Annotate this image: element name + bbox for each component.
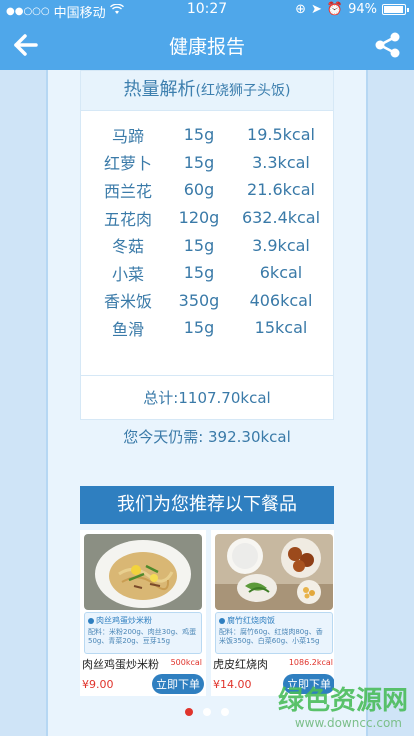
ingredient-name: 马蹄 (111, 126, 144, 146)
pager-dot[interactable] (221, 708, 229, 716)
ingredient-name: 红萝卜 (103, 154, 152, 174)
ingredient-kcal: 19.5kcal (247, 125, 315, 145)
meal-card[interactable]: 肉丝鸡蛋炒米粉 配料：米粉200g、肉丝30g、鸡蛋50g、青菜20g、豆芽15… (80, 530, 206, 696)
list-item: 西兰花 60g 21.6kcal (81, 176, 333, 204)
list-item: 红萝卜 15g 3.3kcal (81, 149, 333, 177)
watermark-url: www.downcc.com (294, 716, 402, 730)
meal-kcal: 1086.2kcal (288, 658, 333, 667)
ingredient-weight: 15g (183, 152, 215, 172)
ingredient-name: 小菜 (111, 264, 144, 284)
location-icon: ➤ (311, 2, 322, 17)
meal-tag: 肉丝鸡蛋炒米粉 (96, 616, 152, 625)
meal-ingredients: 配料：米粉200g、肉丝30g、鸡蛋50g、青菜20g、豆芽15g (88, 628, 197, 645)
ingredient-list: 马蹄 15g 19.5kcal 红萝卜 15g 3.3kcal 西兰花 60g 21.6kc… (81, 111, 333, 342)
ingredient-kcal: 21.6kcal (247, 180, 315, 200)
watermark-logo: 绿色资源网 (277, 686, 408, 716)
ingredient-kcal: 15kcal (254, 318, 308, 338)
calorie-analysis-card: 热量解析(红烧狮子头饭) 马蹄 15g 19.5kcal 红萝卜 15g 3.3kcal… (80, 70, 334, 420)
ingredient-weight: 15g (183, 263, 215, 283)
battery-icon (382, 4, 409, 15)
ingredient-kcal: 632.4kcal (241, 208, 321, 228)
ingredient-weight: 15g (183, 125, 215, 145)
frame-border-right (366, 70, 414, 736)
ingredient-kcal: 3.9kcal (252, 235, 310, 255)
ingredient-kcal: 3.3kcal (252, 152, 310, 172)
remaining-kcal: 您今天仍需: 392.30kcal (123, 428, 291, 446)
meal-ingredients: 配料：腐竹60g、红烧肉80g、香米饭350g、白菜60g、小菜15g (219, 628, 323, 645)
ingredient-name: 五花肉 (103, 209, 152, 229)
alarm-icon: ⏰ (326, 2, 344, 17)
list-item: 香米饭 350g 406kcal (81, 287, 333, 315)
ingredient-kcal: 406kcal (249, 290, 313, 310)
pager-dot[interactable] (203, 708, 211, 716)
ingredient-name: 香米饭 (103, 292, 152, 312)
ingredient-name: 冬菇 (111, 237, 144, 257)
ingredient-kcal: 6kcal (259, 263, 303, 283)
list-item: 五花肉 120g 632.4kcal (81, 204, 333, 232)
total-kcal: 总计:1107.70kcal (81, 375, 333, 419)
meal-tag: 腐竹红烧肉饭 (227, 616, 275, 625)
meal-name: 虎皮红烧肉 (213, 658, 268, 671)
meal-card[interactable]: 腐竹红烧肉饭 配料：腐竹60g、红烧肉80g、香米饭350g、白菜60g、小菜1… (211, 530, 334, 696)
meal-price: ¥9.00 (82, 678, 114, 691)
order-now-button[interactable]: 立即下单 (152, 674, 204, 694)
page-title: 健康报告 (168, 36, 245, 58)
meal-photo (215, 534, 333, 610)
recommendation-section: 我们为您推荐以下餐品 肉丝鸡蛋炒米粉 配料：米粉200g、肉丝30g、鸡蛋50g… (80, 486, 334, 696)
list-item: 冬菇 15g 3.9kcal (81, 231, 333, 259)
pager-dot[interactable] (185, 708, 193, 716)
recommendation-carousel[interactable]: 肉丝鸡蛋炒米粉 配料：米粉200g、肉丝30g、鸡蛋50g、青菜20g、豆芽15… (80, 524, 334, 696)
list-item: 马蹄 15g 19.5kcal (81, 121, 333, 149)
ingredient-weight: 15g (183, 235, 215, 255)
meal-info-box: 腐竹红烧肉饭 配料：腐竹60g、红烧肉80g、香米饭350g、白菜60g、小菜1… (215, 612, 333, 654)
rotation-lock-icon: ⊕ (295, 2, 306, 17)
meal-kcal: 500kcal (170, 658, 202, 667)
tag-dot-icon (88, 617, 94, 624)
battery-fill (384, 6, 403, 13)
ingredient-weight: 15g (183, 318, 215, 338)
share-icon[interactable] (374, 31, 402, 59)
list-item: 鱼滑 15g 15kcal (81, 314, 333, 342)
analysis-title: 热量解析(红烧狮子头饭) (81, 71, 333, 111)
battery-percent: 94% (348, 2, 377, 17)
recommendation-title: 我们为您推荐以下餐品 (80, 486, 334, 524)
tag-dot-icon (219, 617, 225, 624)
analysis-title-sub: (红烧狮子头饭) (195, 83, 291, 99)
list-item: 小菜 15g 6kcal (81, 259, 333, 287)
meal-info-box: 肉丝鸡蛋炒米粉 配料：米粉200g、肉丝30g、鸡蛋50g、青菜20g、豆芽15… (84, 612, 202, 654)
meal-price: ¥14.00 (213, 678, 252, 691)
status-bar: ●●○○○ 中国移动 10:27 ⊕ ➤ ⏰ 94% (0, 0, 414, 21)
meal-photo (84, 534, 202, 610)
nav-header: 健康报告 (0, 20, 414, 70)
meal-name: 肉丝鸡蛋炒米粉 (82, 658, 159, 671)
ingredient-weight: 60g (183, 180, 215, 200)
ingredient-name: 鱼滑 (111, 319, 144, 339)
ingredient-name: 西兰花 (103, 181, 152, 201)
ingredient-weight: 120g (178, 208, 220, 228)
analysis-title-main: 热量解析 (123, 79, 196, 100)
frame-border-left (0, 70, 48, 736)
ingredient-weight: 350g (178, 290, 220, 310)
